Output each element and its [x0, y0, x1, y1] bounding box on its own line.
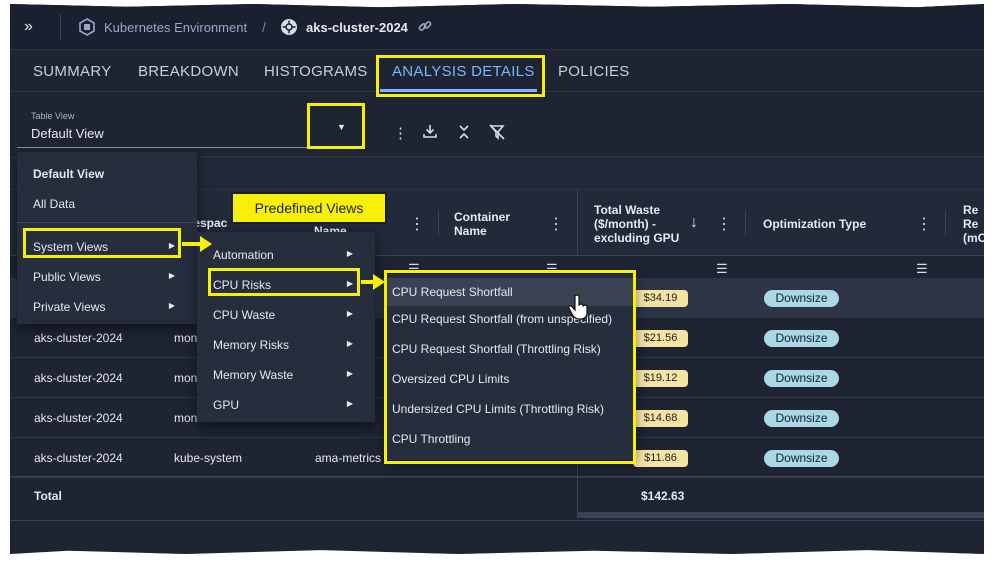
- optimization-badge: Downsize: [764, 290, 839, 307]
- table-view-label: Table View: [31, 111, 75, 121]
- tab-analysis-details[interactable]: ANALYSIS DETAILS: [392, 63, 535, 80]
- chevron-right-icon: ▶: [346, 279, 353, 288]
- chevron-right-icon: ▶: [346, 309, 353, 318]
- divider: [745, 210, 746, 236]
- total-label: Total: [34, 489, 62, 503]
- menu-item-default-view[interactable]: Default View: [17, 167, 197, 181]
- menu-item-undersized-cpu-limits[interactable]: Undersized CPU Limits (Throttling Risk): [386, 402, 634, 416]
- optimization-badge: Downsize: [764, 330, 839, 347]
- chevron-right-icon: ▶: [168, 301, 175, 310]
- divider: [17, 222, 197, 223]
- cell-namespace: mon: [174, 331, 198, 345]
- cell-cluster: aks-cluster-2024: [34, 451, 123, 465]
- kebab-icon[interactable]: ⋮: [393, 124, 408, 142]
- collapse-icon[interactable]: [457, 124, 471, 144]
- menu-item-cpu-request-shortfall-throttling[interactable]: CPU Request Shortfall (Throttling Risk): [386, 342, 634, 356]
- sort-down-icon[interactable]: ↓: [690, 214, 698, 232]
- views-menu: Default View All Data System Views ▶ Pub…: [17, 152, 197, 324]
- kebab-icon[interactable]: ⋮: [548, 214, 564, 234]
- waste-badge: $34.19: [633, 290, 688, 307]
- clear-filter-icon[interactable]: [489, 124, 505, 144]
- tab-bar: SUMMARY BREAKDOWN HISTOGRAMS ANALYSIS DE…: [10, 50, 984, 92]
- divider: [945, 210, 946, 236]
- arrow-icon: [361, 274, 385, 290]
- menu-item-cpu-request-shortfall-unspecified[interactable]: CPU Request Shortfall (from unspecified): [386, 312, 634, 326]
- tab-summary[interactable]: SUMMARY: [33, 63, 112, 80]
- cpu-risks-menu: CPU Request Shortfall CPU Request Shortf…: [386, 274, 634, 460]
- cell-namespace: mon: [174, 411, 198, 425]
- chevron-right-icon: ▶: [168, 271, 175, 280]
- chevron-right-icon: ▶: [168, 241, 175, 250]
- total-value: $142.63: [641, 489, 685, 503]
- cell-namespace: mon: [174, 371, 198, 385]
- expand-icon[interactable]: »: [24, 18, 33, 36]
- tab-histograms[interactable]: HISTOGRAMS: [264, 63, 368, 80]
- table-view-value: Default View: [31, 126, 104, 141]
- top-bar: » Kubernetes Environment / aks-cluster-2…: [10, 4, 984, 50]
- optimization-badge: Downsize: [764, 410, 839, 427]
- cell-cluster: aks-cluster-2024: [34, 331, 123, 345]
- chevron-right-icon: ▶: [346, 369, 353, 378]
- hand-cursor-icon: [568, 294, 588, 320]
- horizontal-scrollbar[interactable]: [578, 512, 984, 518]
- cell-cluster: aks-cluster-2024: [34, 411, 123, 425]
- chevron-right-icon: ▶: [346, 249, 353, 258]
- arrow-icon: [182, 236, 212, 252]
- caret-down-icon[interactable]: ▼: [337, 122, 346, 132]
- chevron-right-icon: ▶: [346, 339, 353, 348]
- table-view-select[interactable]: Table View Default View ▼: [17, 108, 364, 148]
- active-tab-indicator: [380, 89, 537, 92]
- breadcrumb-cluster[interactable]: aks-cluster-2024: [306, 20, 408, 35]
- waste-badge: $11.86: [633, 450, 688, 467]
- kubernetes-env-icon: [78, 18, 96, 36]
- column-header-request[interactable]: Re Re (mC: [963, 203, 984, 245]
- waste-badge: $19.12: [633, 370, 688, 387]
- kebab-icon[interactable]: ⋮: [916, 214, 932, 234]
- filter-icon[interactable]: ☰: [916, 261, 928, 277]
- system-views-menu: Automation ▶ CPU Risks ▶ CPU Waste ▶ Mem…: [197, 232, 375, 422]
- menu-item-cpu-request-shortfall[interactable]: CPU Request Shortfall: [386, 278, 634, 306]
- app-window: » Kubernetes Environment / aks-cluster-2…: [10, 4, 984, 554]
- tab-breakdown[interactable]: BREAKDOWN: [138, 63, 239, 80]
- column-header-total-waste[interactable]: Total Waste ($/month) - excluding GPU: [594, 203, 679, 245]
- breadcrumb-separator: /: [262, 19, 266, 35]
- optimization-badge: Downsize: [764, 370, 839, 387]
- waste-badge: $14.68: [633, 410, 688, 427]
- waste-badge: $21.56: [633, 330, 688, 347]
- menu-item-oversized-cpu-limits[interactable]: Oversized CPU Limits: [386, 372, 634, 386]
- menu-item-cpu-throttling[interactable]: CPU Throttling: [386, 432, 634, 446]
- predefined-views-callout: Predefined Views: [231, 192, 387, 224]
- kebab-icon[interactable]: ⋮: [409, 214, 425, 234]
- divider: [60, 14, 61, 40]
- column-header-optimization-type[interactable]: Optimization Type: [763, 217, 866, 231]
- download-icon[interactable]: [423, 124, 437, 142]
- link-icon[interactable]: [418, 19, 432, 36]
- chevron-right-icon: ▶: [346, 399, 353, 408]
- divider: [577, 190, 578, 256]
- menu-item-all-data[interactable]: All Data: [17, 197, 197, 211]
- cell-cluster: aks-cluster-2024: [34, 371, 123, 385]
- cell-name: ama-metrics: [315, 451, 382, 465]
- breadcrumb-environment[interactable]: Kubernetes Environment: [104, 20, 247, 35]
- column-header-container-name[interactable]: Container Name: [454, 210, 510, 238]
- divider: [438, 210, 439, 236]
- filter-icon[interactable]: ☰: [716, 261, 728, 277]
- kebab-icon[interactable]: ⋮: [716, 214, 732, 234]
- cluster-helm-icon: [280, 18, 298, 36]
- optimization-badge: Downsize: [764, 450, 839, 467]
- divider: [10, 520, 984, 521]
- cell-namespace: kube-system: [174, 451, 243, 465]
- tab-policies[interactable]: POLICIES: [558, 63, 630, 80]
